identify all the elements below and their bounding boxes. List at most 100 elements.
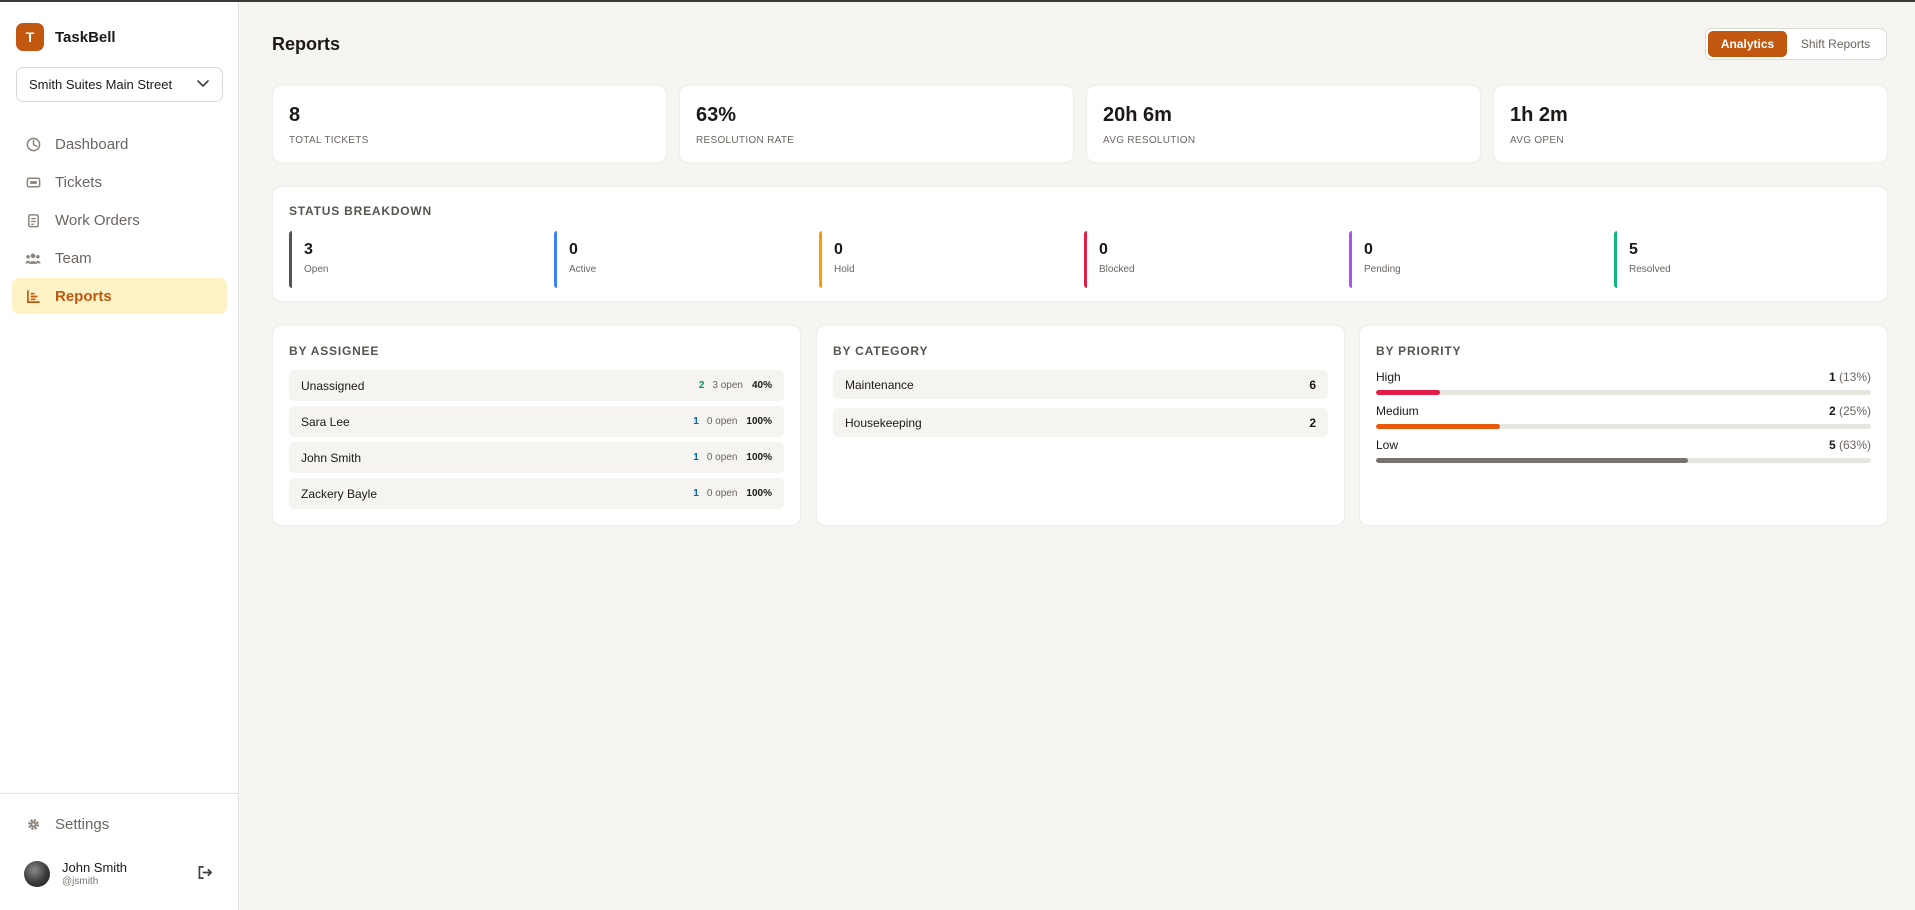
brand-name: TaskBell [55, 28, 116, 46]
section-title: STATUS BREAKDOWN [289, 204, 433, 218]
assignee-count: 2 [698, 380, 705, 391]
status-count: 0 [1099, 241, 1108, 258]
user-profile[interactable]: John Smith @jsmith [24, 858, 214, 890]
location-select-value: Smith Suites Main Street [29, 77, 173, 92]
status-item-open: 3 Open [289, 231, 549, 288]
sidebar-item-dashboard[interactable]: Dashboard [12, 126, 227, 162]
category-name: Housekeeping [845, 415, 922, 430]
assignee-name: Sara Lee [301, 414, 350, 429]
priority-name: Medium [1376, 404, 1419, 418]
gear-icon [25, 816, 41, 832]
section-title: BY PRIORITY [1376, 344, 1462, 358]
kpi-value: 20h 6m [1103, 104, 1172, 126]
category-row[interactable]: Maintenance 6 [833, 370, 1328, 399]
status-label: Resolved [1629, 264, 1671, 275]
status-count: 0 [1364, 241, 1373, 258]
assignee-row[interactable]: Unassigned 2 3 open 40% [289, 370, 784, 401]
sidebar-item-settings[interactable]: Settings [12, 806, 227, 842]
chevron-down-icon [196, 76, 210, 93]
assignee-pct: 100% [746, 416, 772, 427]
status-item-blocked: 0 Blocked [1084, 231, 1344, 288]
sidebar-item-label: Dashboard [55, 135, 129, 153]
priority-pct: (25%) [1838, 404, 1871, 418]
status-label: Active [569, 264, 597, 275]
priority-count: 1 [1828, 370, 1836, 384]
status-label: Open [304, 264, 329, 275]
assignee-name: John Smith [301, 450, 362, 465]
brand[interactable]: T TaskBell [16, 23, 116, 51]
priority-name: High [1376, 370, 1401, 384]
kpi-value: 8 [289, 104, 301, 126]
assignee-row[interactable]: Sara Lee 1 0 open 100% [289, 406, 784, 437]
sidebar-item-label: Tickets [55, 173, 102, 191]
kpi-card-avg-open: 1h 2m AVG OPEN [1493, 85, 1888, 163]
assignee-name: Zackery Bayle [301, 486, 378, 501]
assignee-row[interactable]: Zackery Bayle 1 0 open 100% [289, 478, 784, 509]
by-assignee-card: BY ASSIGNEE Unassigned 2 3 open 40% Sara… [272, 325, 801, 526]
status-count: 0 [569, 241, 578, 258]
category-row[interactable]: Housekeeping 2 [833, 408, 1328, 437]
sidebar-item-label: Work Orders [55, 211, 140, 229]
location-select[interactable]: Smith Suites Main Street [16, 67, 223, 102]
assignee-open: 3 open [712, 380, 743, 391]
priority-count: 5 [1828, 438, 1836, 452]
kpi-label: TOTAL TICKETS [289, 135, 369, 146]
section-title: BY CATEGORY [833, 344, 929, 358]
status-item-resolved: 5 Resolved [1614, 231, 1874, 288]
status-label: Blocked [1099, 264, 1135, 275]
category-name: Maintenance [845, 377, 914, 392]
section-title: BY ASSIGNEE [289, 344, 380, 358]
priority-pct: (13%) [1838, 370, 1871, 384]
assignee-pct: 100% [746, 488, 772, 499]
status-count: 3 [304, 241, 313, 258]
status-breakdown-card: STATUS BREAKDOWN 3 Open 0 Active 0 Hold … [272, 186, 1888, 302]
sidebar: T TaskBell Smith Suites Main Street Dash… [0, 2, 239, 910]
status-count: 5 [1629, 241, 1638, 258]
kpi-label: AVG OPEN [1510, 135, 1564, 146]
kpi-card-total-tickets: 8 TOTAL TICKETS [272, 85, 667, 163]
sidebar-item-label: Team [55, 249, 92, 267]
kpi-label: RESOLUTION RATE [696, 135, 795, 146]
status-item-hold: 0 Hold [819, 231, 1079, 288]
sidebar-item-tickets[interactable]: Tickets [12, 164, 227, 200]
tab-shift-reports[interactable]: Shift Reports [1787, 31, 1884, 57]
sidebar-item-label: Reports [55, 287, 112, 305]
sidebar-item-label: Settings [55, 815, 110, 833]
sidebar-item-work-orders[interactable]: Work Orders [12, 202, 227, 238]
assignee-pct: 40% [751, 380, 772, 391]
status-label: Pending [1364, 264, 1401, 275]
by-category-card: BY CATEGORY Maintenance 6 Housekeeping 2 [816, 325, 1345, 526]
priority-count: 2 [1828, 404, 1836, 418]
priority-bar [1376, 390, 1871, 395]
priority-row-high: High 1 (13%) [1376, 370, 1871, 395]
priority-bar-fill [1376, 458, 1688, 463]
page-title: Reports [272, 34, 341, 54]
clipboard-icon [25, 212, 41, 228]
kpi-card-avg-resolution: 20h 6m AVG RESOLUTION [1086, 85, 1481, 163]
dashboard-icon [25, 136, 41, 152]
priority-name: Low [1376, 438, 1399, 452]
avatar [24, 861, 50, 887]
kpi-value: 63% [696, 104, 737, 126]
kpi-label: AVG RESOLUTION [1103, 135, 1196, 146]
report-view-toggle: Analytics Shift Reports [1705, 28, 1887, 60]
priority-row-low: Low 5 (63%) [1376, 438, 1871, 463]
sidebar-nav: Dashboard Tickets Work Orders Team Repor… [12, 126, 227, 316]
status-item-active: 0 Active [554, 231, 814, 288]
priority-bar-fill [1376, 390, 1441, 395]
status-label: Hold [834, 264, 855, 275]
kpi-value: 1h 2m [1510, 104, 1568, 126]
sidebar-item-team[interactable]: Team [12, 240, 227, 276]
sidebar-item-reports[interactable]: Reports [12, 278, 227, 314]
logout-icon[interactable] [197, 865, 214, 885]
ticket-icon [25, 174, 41, 190]
tab-analytics[interactable]: Analytics [1708, 31, 1787, 57]
priority-bar-fill [1376, 424, 1500, 429]
team-icon [25, 250, 41, 266]
category-value: 6 [1309, 377, 1316, 392]
assignee-open: 0 open [706, 416, 738, 427]
chart-icon [25, 288, 41, 304]
assignee-count: 1 [693, 488, 699, 499]
assignee-row[interactable]: John Smith 1 0 open 100% [289, 442, 784, 473]
status-count: 0 [834, 241, 843, 258]
